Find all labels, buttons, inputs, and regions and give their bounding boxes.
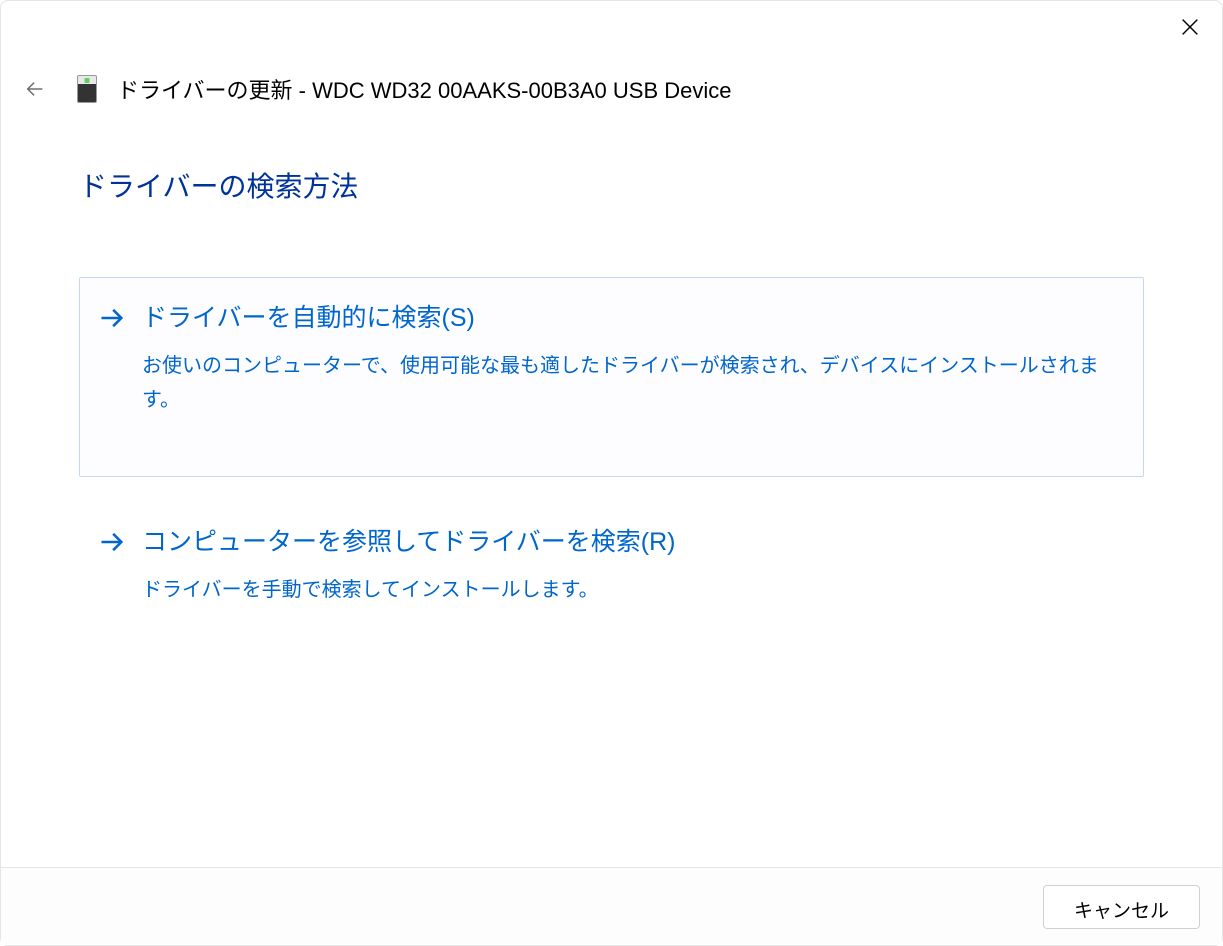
arrow-right-icon <box>98 528 126 561</box>
close-icon <box>1179 16 1201 38</box>
header-row: ドライバーの更新 - WDC WD32 00AAKS-00B3A0 USB De… <box>1 49 1222 105</box>
option-text: ドライバーを自動的に検索(S) お使いのコンピューターで、使用可能な最も適したド… <box>142 302 1115 417</box>
dialog-title: ドライバーの更新 - WDC WD32 00AAKS-00B3A0 USB De… <box>117 73 732 105</box>
arrow-right-icon <box>98 304 126 337</box>
titlebar <box>1 1 1222 49</box>
back-button[interactable] <box>19 73 51 105</box>
option-description: お使いのコンピューターで、使用可能な最も適したドライバーが検索され、デバイスにイ… <box>142 349 1115 417</box>
device-icon <box>77 75 97 103</box>
cancel-button[interactable]: キャンセル <box>1043 885 1200 929</box>
arrow-left-icon <box>24 78 46 100</box>
section-heading: ドライバーの検索方法 <box>79 165 1144 205</box>
option-description: ドライバーを手動で検索してインストールします。 <box>142 573 1115 607</box>
option-browse-computer[interactable]: コンピューターを参照してドライバーを検索(R) ドライバーを手動で検索してインス… <box>79 501 1144 632</box>
option-title: コンピューターを参照してドライバーを検索(R) <box>142 526 1115 559</box>
option-title: ドライバーを自動的に検索(S) <box>142 302 1115 335</box>
option-text: コンピューターを参照してドライバーを検索(R) ドライバーを手動で検索してインス… <box>142 526 1115 607</box>
footer: キャンセル <box>1 867 1222 945</box>
content-area: ドライバーの検索方法 ドライバーを自動的に検索(S) お使いのコンピューターで、… <box>1 105 1222 867</box>
option-auto-search[interactable]: ドライバーを自動的に検索(S) お使いのコンピューターで、使用可能な最も適したド… <box>79 277 1144 477</box>
close-button[interactable] <box>1176 13 1204 41</box>
driver-update-dialog: ドライバーの更新 - WDC WD32 00AAKS-00B3A0 USB De… <box>0 0 1223 946</box>
